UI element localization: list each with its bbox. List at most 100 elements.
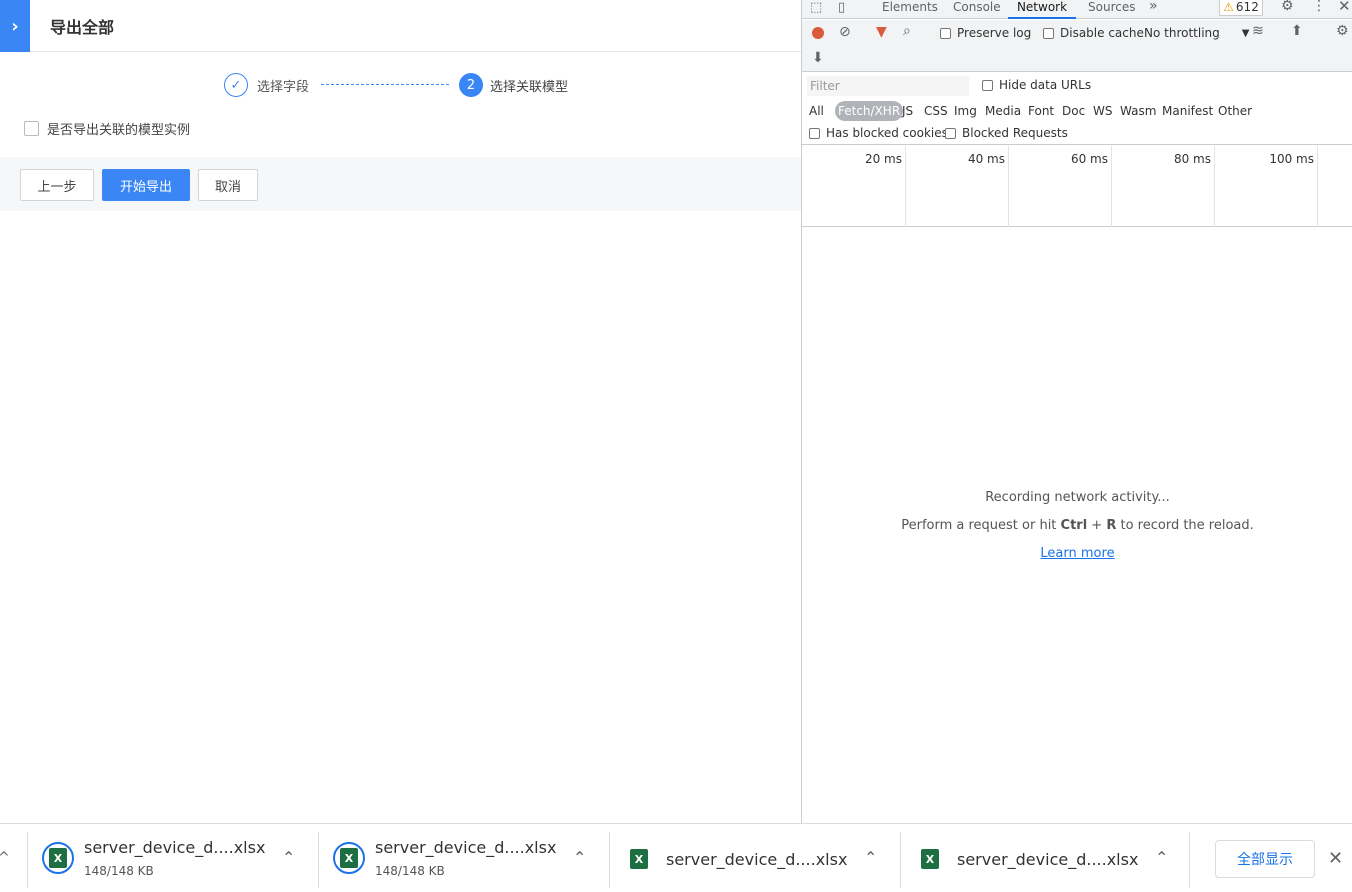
hide-data-urls-toggle[interactable]: Hide data URLs [982,78,1091,92]
network-conditions-icon[interactable]: ≋ [1252,23,1264,39]
excel-file-icon: X [630,849,648,869]
prev-step-button[interactable]: 上一步 [20,169,94,201]
recording-message: Recording network activity... [985,490,1170,505]
start-export-button[interactable]: 开始导出 [102,169,190,201]
show-all-button[interactable]: 全部显示 [1215,840,1315,878]
step-2-number: 2 [459,73,483,97]
expand-button[interactable]: › [0,0,30,52]
chevron-up-icon[interactable]: ⌃ [282,848,295,867]
tab-sources[interactable]: Sources [1088,0,1135,14]
export-related-label: 是否导出关联的模型实例 [47,123,191,138]
hide-data-urls-label: Hide data URLs [999,78,1092,92]
timeline-label: 100 ms [1269,152,1314,166]
timeline-label: 40 ms [967,152,1005,166]
chevron-up-icon[interactable]: ⌃ [573,848,586,867]
record-icon[interactable] [812,27,824,39]
tab-elements[interactable]: Elements [882,0,938,14]
device-toolbar-icon[interactable]: ▯ [838,0,845,15]
download-filename: server_device_d....xlsx [957,850,1139,869]
throttling-select[interactable]: No throttling ▼ [1144,26,1249,40]
type-css[interactable]: CSS [924,101,948,121]
blocked-cookies-toggle[interactable]: Has blocked cookies [809,126,948,140]
tab-console[interactable]: Console [953,0,1001,14]
preserve-log-checkbox[interactable] [940,27,951,39]
chevron-right-icon: › [11,15,19,37]
timeline-gridline [1008,146,1009,227]
type-media[interactable]: Media [985,101,1021,121]
type-js[interactable]: JS [902,101,913,121]
preserve-log-toggle[interactable]: Preserve log [940,26,1031,40]
type-wasm[interactable]: Wasm [1120,101,1156,121]
chevron-up-icon[interactable]: ⌃ [1155,848,1168,867]
chevron-down-icon: ▼ [1241,27,1250,39]
step-1-label: 选择字段 [257,80,310,95]
excel-file-icon: X [340,848,358,868]
export-related-row[interactable]: 是否导出关联的模型实例 [24,119,190,138]
chevron-up-icon[interactable]: ⌃ [864,848,877,867]
type-ws[interactable]: WS [1093,101,1112,121]
close-icon[interactable]: ✕ [1328,848,1343,869]
warnings-badge[interactable]: ⚠ 612 [1219,0,1263,16]
type-manifest[interactable]: Manifest [1162,101,1213,121]
learn-more-link[interactable]: Learn more [1040,546,1114,561]
close-devtools-icon[interactable]: ✕ [1338,0,1351,15]
download-item[interactable]: X server_device_d....xlsx ⌃ [900,832,1190,888]
more-tabs-icon[interactable]: » [1149,0,1158,14]
blocked-requests-toggle[interactable]: Blocked Requests [945,126,1068,140]
timeline-gridline [1111,146,1112,227]
search-icon[interactable]: ⌕ [903,23,911,39]
inspect-element-icon[interactable]: ⬚ [810,0,822,15]
filter-icon[interactable]: ▼ [876,24,887,40]
download-progress-ring: X [42,842,74,874]
chevron-up-icon[interactable]: ^ [0,850,10,866]
type-fetch-xhr[interactable]: Fetch/XHR [835,101,904,121]
network-overview: 20 ms 40 ms 60 ms 80 ms 100 ms [802,146,1352,227]
download-size: 148/148 KB [84,864,154,878]
blocked-requests-checkbox[interactable] [945,127,956,139]
warning-icon: ⚠ [1223,0,1234,14]
clear-icon[interactable]: ⊘ [839,24,851,40]
export-har-icon[interactable]: ⬇ [812,50,824,66]
export-dialog: › 导出全部 ✓ 选择字段 2 选择关联模型 是否导出关联的模型实例 上一步 开… [0,0,801,823]
steps: ✓ 选择字段 2 选择关联模型 [224,73,584,97]
page-title: 导出全部 [50,18,115,37]
check-icon: ✓ [224,73,248,97]
hide-data-urls-checkbox[interactable] [982,79,993,91]
reload-hint: Perform a request or hit Ctrl + R to rec… [802,518,1352,533]
tab-network[interactable]: Network [1008,0,1076,19]
disable-cache-checkbox[interactable] [1043,27,1054,39]
learn-more-row: Learn more [802,546,1352,561]
kebab-menu-icon[interactable]: ⋮ [1312,0,1326,14]
key-plus: + [1087,518,1107,533]
type-other[interactable]: Other [1218,101,1252,121]
type-img[interactable]: Img [954,101,977,121]
cancel-button[interactable]: 取消 [198,169,258,201]
type-all[interactable]: All [809,101,824,121]
blocked-cookies-label: Has blocked cookies [826,126,948,140]
type-font[interactable]: Font [1028,101,1054,121]
settings-icon[interactable]: ⚙ [1281,0,1294,14]
network-settings-icon[interactable]: ⚙ [1336,23,1349,39]
excel-file-icon: X [921,849,939,869]
timeline-label: 20 ms [864,152,902,166]
timeline-gridline [1214,146,1215,227]
download-item[interactable]: X server_device_d....xlsx 148/148 KB ⌃ [318,832,608,888]
type-doc[interactable]: Doc [1062,101,1085,121]
warnings-count: 612 [1235,0,1259,14]
key-r: R [1106,518,1117,533]
import-har-icon[interactable]: ⬆ [1291,23,1303,39]
download-item[interactable]: X server_device_d....xlsx ⌃ [609,832,899,888]
download-bar: ^ X server_device_d....xlsx 148/148 KB ⌃… [0,823,1352,892]
dialog-header: › 导出全部 [0,0,801,52]
download-filename: server_device_d....xlsx [666,850,848,869]
step-connector [321,84,449,85]
download-filename: server_device_d....xlsx [84,838,266,857]
disable-cache-label: Disable cache [1060,26,1144,40]
timeline-gridline [1317,146,1318,227]
filter-input[interactable]: Filter [807,76,969,96]
export-related-checkbox[interactable] [24,121,39,136]
blocked-cookies-checkbox[interactable] [809,127,820,139]
disable-cache-toggle[interactable]: Disable cache [1043,26,1144,40]
key-ctrl: Ctrl [1060,518,1088,533]
download-item[interactable]: X server_device_d....xlsx 148/148 KB ⌃ [27,832,317,888]
